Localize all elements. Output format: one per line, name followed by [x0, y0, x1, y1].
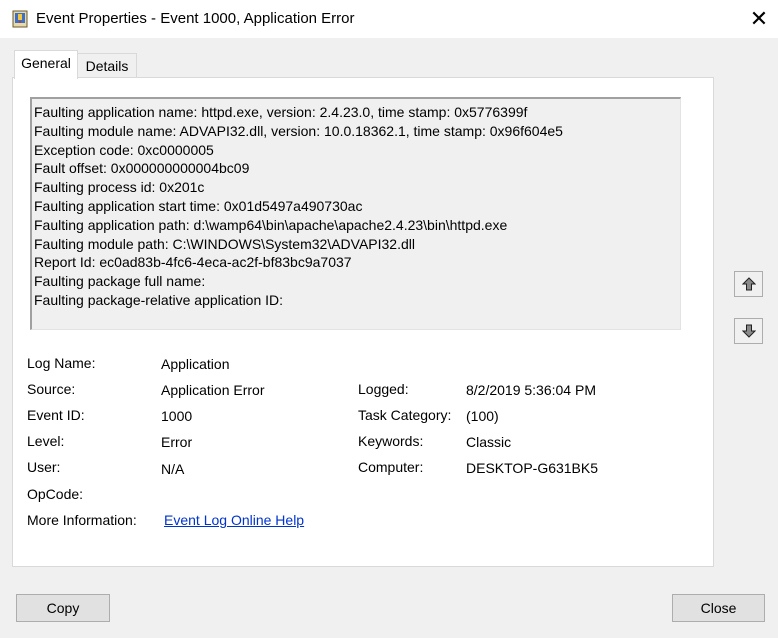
- event-viewer-icon: [12, 10, 28, 28]
- arrow-down-icon: [742, 324, 756, 338]
- computer-value: DESKTOP-G631BK5: [466, 460, 599, 476]
- event-description-box[interactable]: Faulting application name: httpd.exe, ve…: [30, 97, 681, 330]
- tab-details[interactable]: Details: [77, 53, 137, 78]
- log-name-value: Application: [161, 356, 230, 372]
- description-line: Faulting module name: ADVAPI32.dll, vers…: [34, 122, 563, 139]
- source-label: Source:: [27, 381, 76, 397]
- keywords-value: Classic: [466, 434, 512, 450]
- source-value: Application Error: [161, 382, 265, 398]
- event-id-label: Event ID:: [27, 407, 85, 423]
- task-category-value: (100): [466, 408, 499, 424]
- logged-label: Logged:: [358, 381, 409, 397]
- arrow-up-icon: [742, 277, 756, 291]
- description-line: Faulting application name: httpd.exe, ve…: [34, 104, 528, 120]
- computer-label: Computer:: [358, 459, 424, 475]
- description-line: Exception code: 0xc0000005: [34, 141, 214, 158]
- next-event-button[interactable]: [734, 318, 763, 344]
- close-window-button[interactable]: ✕: [745, 6, 773, 32]
- task-category-label: Task Category:: [358, 407, 452, 423]
- description-line: Faulting package full name:: [34, 273, 210, 290]
- level-value: Error: [161, 434, 193, 450]
- opcode-label: OpCode:: [27, 486, 84, 502]
- copy-button[interactable]: Copy: [16, 594, 110, 622]
- level-label: Level:: [27, 433, 65, 449]
- description-line: Faulting module path: C:\WINDOWS\System3…: [34, 235, 415, 252]
- description-line: Fault offset: 0x000000000004bc09: [34, 160, 250, 177]
- event-log-online-help-link[interactable]: Event Log Online Help: [164, 512, 304, 528]
- log-name-label: Log Name:: [27, 355, 96, 371]
- window-title: Event Properties - Event 1000, Applicati…: [36, 10, 355, 27]
- title-bar: Event Properties - Event 1000, Applicati…: [0, 0, 778, 38]
- user-value: N/A: [161, 461, 185, 477]
- user-label: User:: [27, 459, 61, 475]
- logged-value: 8/2/2019 5:36:04 PM: [466, 382, 596, 398]
- more-information-label: More Information:: [27, 512, 137, 528]
- description-line: Faulting application start time: 0x01d54…: [34, 197, 363, 214]
- event-id-value: 1000: [161, 408, 193, 424]
- previous-event-button[interactable]: [734, 271, 763, 297]
- description-line: Report Id: ec0ad83b-4fc6-4eca-ac2f-bf83b…: [34, 254, 352, 271]
- description-line: Faulting application path: d:\wamp64\bin…: [34, 216, 508, 233]
- tab-general[interactable]: General: [14, 50, 78, 79]
- description-line: Faulting package-relative application ID…: [34, 291, 287, 308]
- keywords-label: Keywords:: [358, 433, 424, 449]
- close-button[interactable]: Close: [672, 594, 765, 622]
- description-line: Faulting process id: 0x201c: [34, 179, 205, 196]
- close-icon: ✕: [749, 6, 769, 31]
